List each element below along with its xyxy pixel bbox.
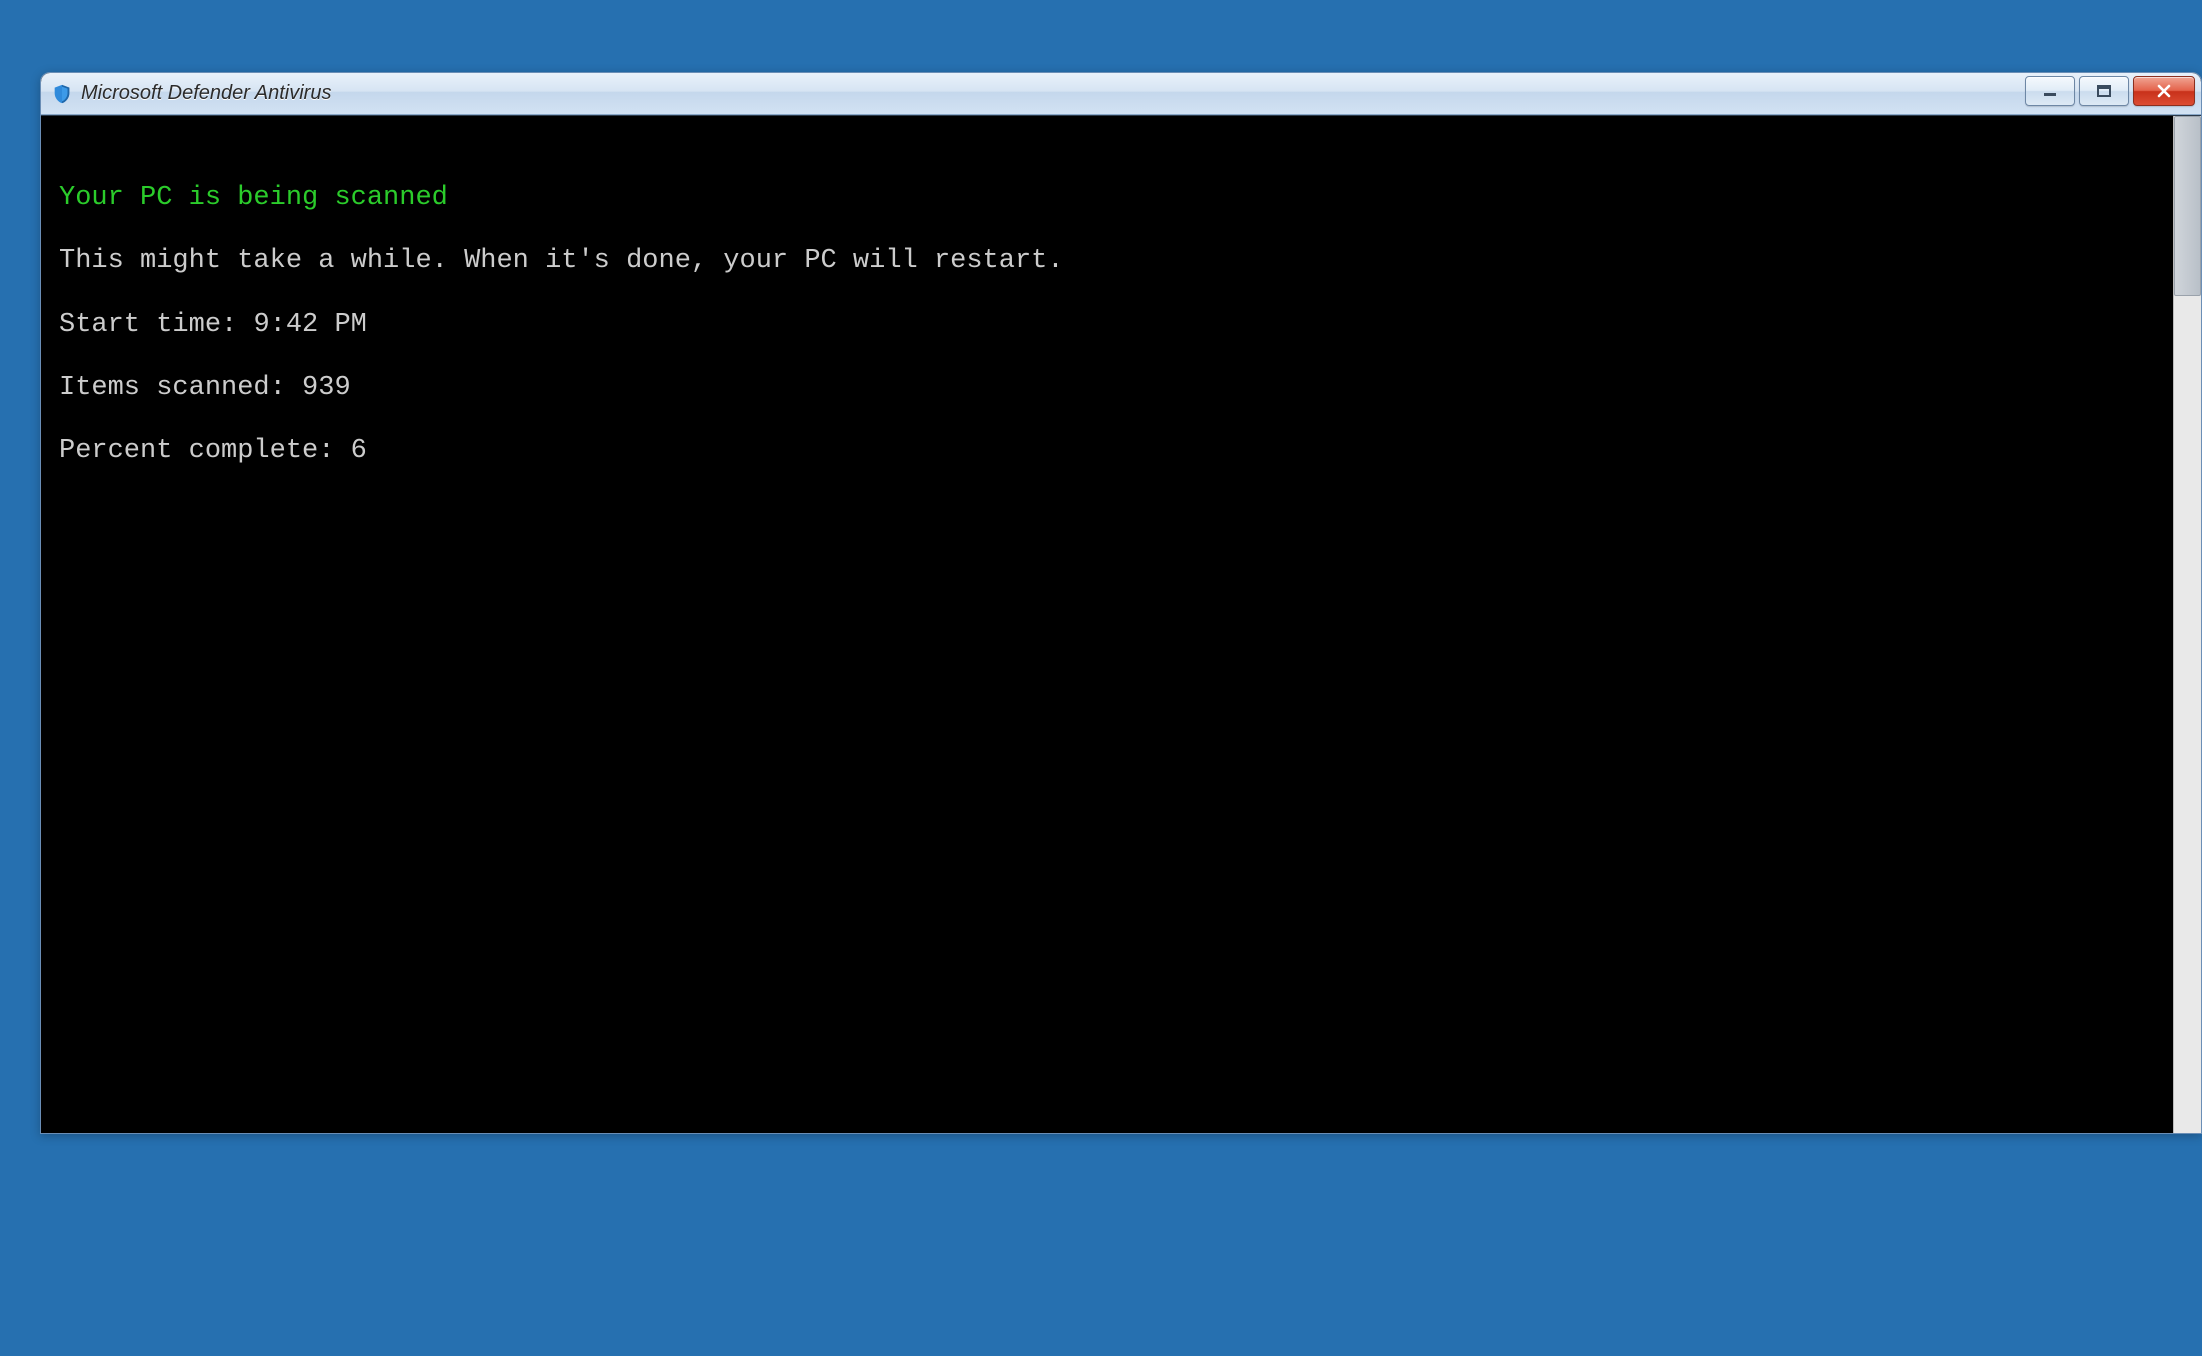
percent-complete-value: 6	[351, 436, 367, 466]
maximize-button[interactable]	[2079, 76, 2129, 106]
vertical-scrollbar[interactable]	[2173, 116, 2201, 1133]
percent-complete-label: Percent complete:	[59, 436, 351, 466]
start-time-label: Start time:	[59, 310, 253, 340]
console-output: Your PC is being scanned This might take …	[41, 116, 2173, 1133]
content-area: Your PC is being scanned This might take …	[41, 115, 2201, 1133]
app-window: Microsoft Defender Antivirus Your PC is	[40, 72, 2202, 1134]
scan-heading: Your PC is being scanned	[59, 177, 2161, 220]
items-scanned-value: 939	[302, 373, 351, 403]
close-button[interactable]	[2133, 76, 2195, 106]
titlebar[interactable]: Microsoft Defender Antivirus	[41, 73, 2201, 115]
scrollbar-track[interactable]	[2174, 296, 2201, 1133]
window-title: Microsoft Defender Antivirus	[81, 82, 331, 105]
start-time-line: Start time: 9:42 PM	[59, 304, 2161, 347]
start-time-value: 9:42 PM	[253, 310, 366, 340]
scan-message: This might take a while. When it's done,…	[59, 240, 2161, 283]
percent-complete-line: Percent complete: 6	[59, 430, 2161, 473]
scrollbar-thumb[interactable]	[2174, 116, 2201, 296]
items-scanned-label: Items scanned:	[59, 373, 302, 403]
window-controls	[2025, 76, 2195, 106]
items-scanned-line: Items scanned: 939	[59, 367, 2161, 410]
minimize-button[interactable]	[2025, 76, 2075, 106]
shield-icon	[51, 83, 73, 105]
